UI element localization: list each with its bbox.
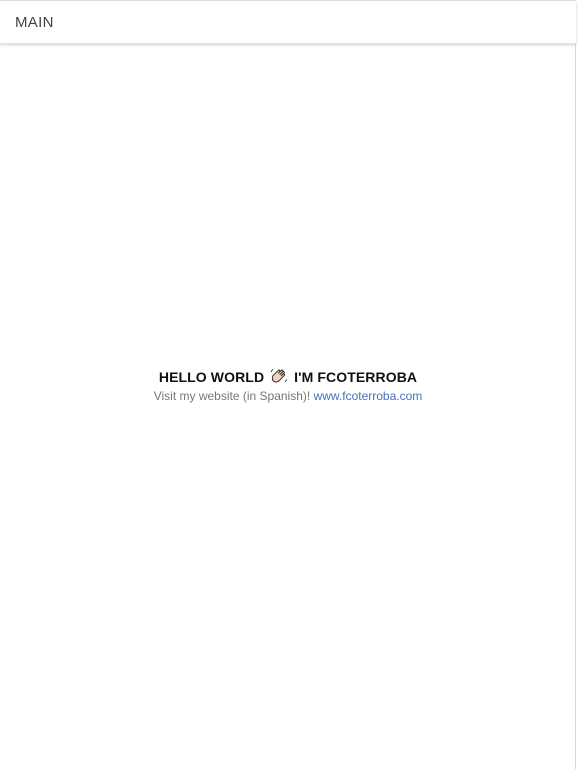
greeting-text: HELLO WORLD (158, 369, 265, 385)
hero-headline: HELLO WORLD I'M FCOTERROBA (0, 367, 576, 387)
app-frame: MAIN HELLO WORLD I'M FCOTERROBA Visit my… (0, 0, 576, 769)
top-app-bar: MAIN (0, 1, 576, 44)
hero-section: HELLO WORLD I'M FCOTERROBA Visit my webs… (0, 367, 576, 404)
name-text: I'M FCOTERROBA (294, 369, 418, 385)
visit-text: Visit my website (in Spanish)! (153, 389, 311, 403)
waving-hand-icon (270, 368, 288, 386)
website-link[interactable]: www.fcoterroba.com (314, 389, 423, 403)
page-title: MAIN (15, 14, 54, 31)
hero-subline: Visit my website (in Spanish)! www.fcote… (0, 388, 576, 404)
